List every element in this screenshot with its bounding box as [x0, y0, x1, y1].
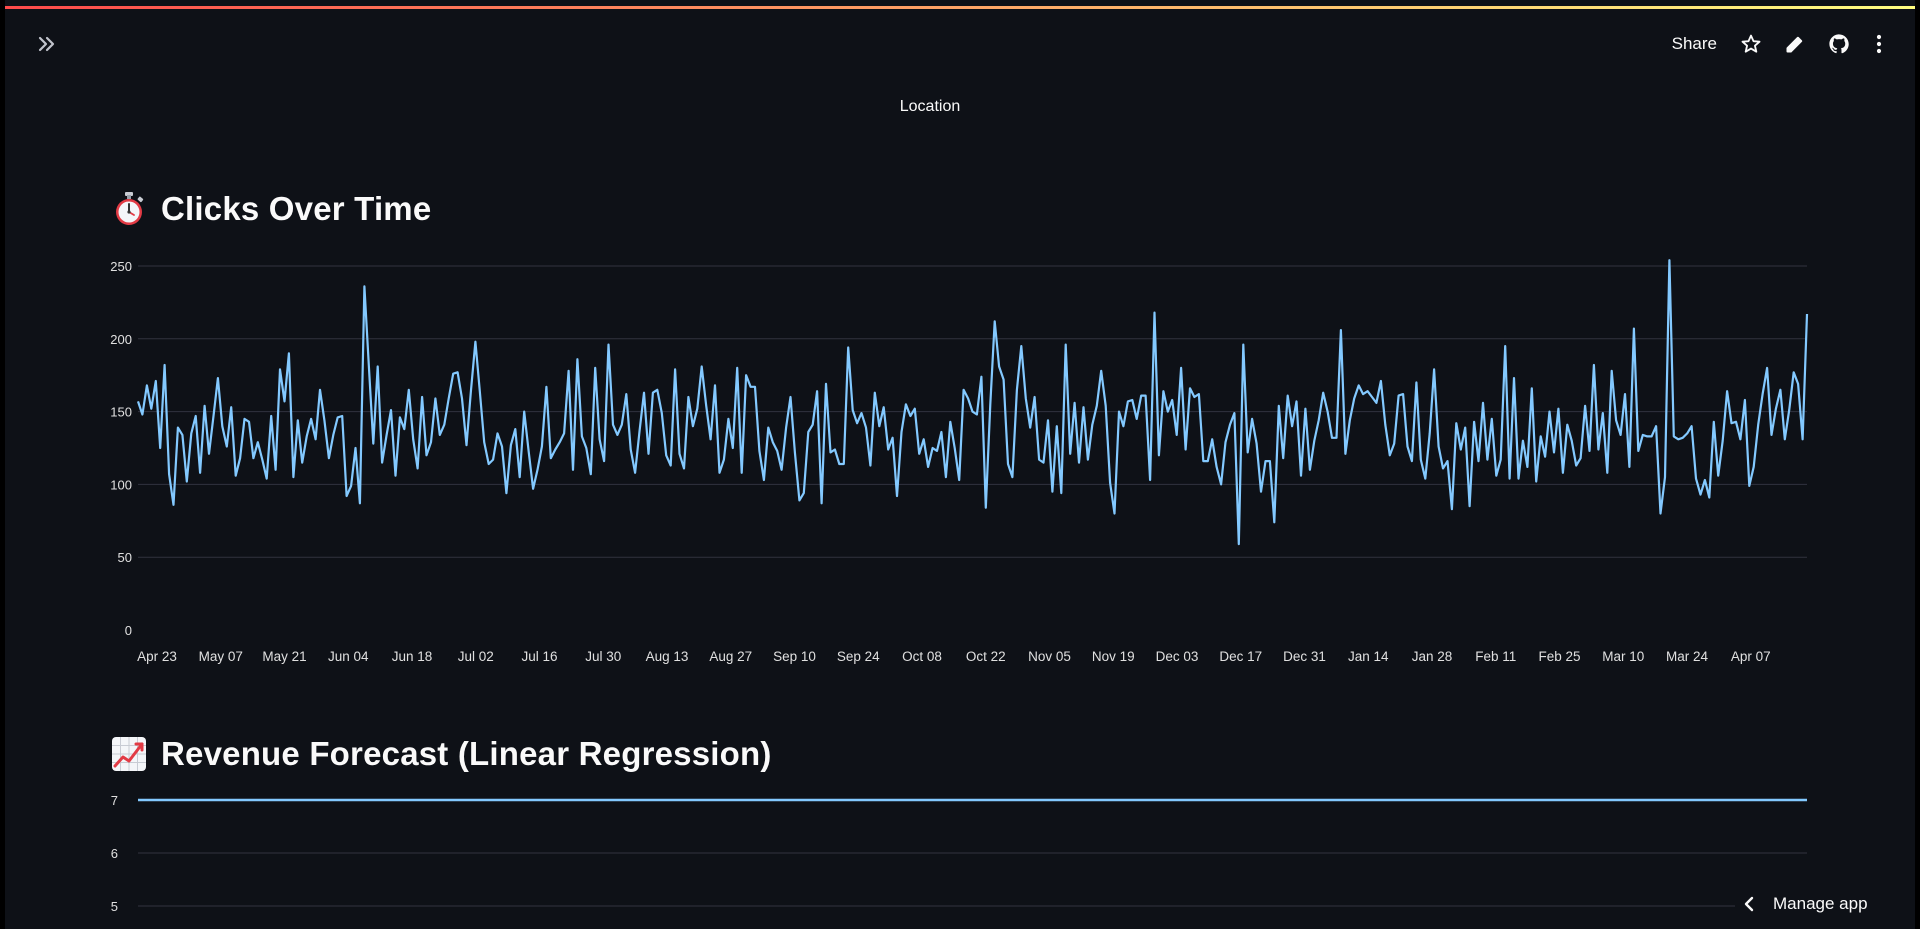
x-tick-label: Jul 30 — [585, 649, 621, 664]
x-tick-label: Aug 13 — [646, 649, 689, 664]
y-tick-label: 200 — [110, 332, 132, 347]
x-tick-label: Jan 28 — [1412, 649, 1453, 664]
x-tick-label: Dec 03 — [1156, 649, 1199, 664]
y-tick-label: 50 — [118, 550, 132, 565]
y-tick-label: 250 — [110, 259, 132, 274]
pencil-icon — [1786, 36, 1803, 53]
expand-sidebar-button[interactable] — [31, 30, 63, 58]
y-tick-label: 0 — [125, 623, 132, 638]
x-tick-label: Mar 24 — [1666, 649, 1709, 664]
x-tick-label: Dec 31 — [1283, 649, 1326, 664]
chart-increasing-icon — [111, 736, 147, 772]
clicks-section-title: Clicks Over Time — [161, 190, 432, 227]
vertical-dots-icon — [1876, 34, 1882, 54]
share-button[interactable]: Share — [1660, 30, 1729, 58]
x-tick-label: Jul 16 — [521, 649, 557, 664]
location-label: Location — [899, 98, 961, 115]
x-tick-label: Sep 10 — [773, 649, 816, 664]
x-tick-label: Apr 23 — [137, 649, 177, 664]
x-tick-label: Jun 04 — [328, 649, 369, 664]
x-tick-label: Dec 17 — [1219, 649, 1262, 664]
y-tick-label: 150 — [110, 405, 132, 420]
x-tick-label: Nov 19 — [1092, 649, 1135, 664]
x-tick-label: Oct 22 — [966, 649, 1006, 664]
x-tick-label: Feb 25 — [1538, 649, 1580, 664]
edit-button[interactable] — [1773, 28, 1817, 60]
stopwatch-icon — [111, 191, 147, 227]
app-frame: Share Location Clicks Over Time 0 50 100… — [5, 0, 1915, 929]
star-icon — [1741, 34, 1761, 53]
manage-app-button[interactable]: Manage app — [1725, 879, 1915, 929]
x-tick-label: Jul 02 — [458, 649, 494, 664]
main-menu-button[interactable] — [1861, 28, 1897, 60]
y-tick-label: 5 — [111, 899, 118, 914]
x-tick-label: Oct 08 — [902, 649, 942, 664]
x-tick-label: Sep 24 — [837, 649, 880, 664]
x-tick-label: May 21 — [262, 649, 306, 664]
chevron-left-icon — [1744, 896, 1754, 912]
clicks-section-heading: Clicks Over Time — [111, 190, 431, 228]
toolbar-actions: Share — [1660, 28, 1897, 60]
x-tick-label: Feb 11 — [1475, 649, 1516, 664]
favorite-button[interactable] — [1729, 28, 1773, 60]
x-tick-label: Nov 05 — [1028, 649, 1071, 664]
x-tick-label: Aug 27 — [709, 649, 752, 664]
clicks-over-time-chart: 0 50 100 150 200 250 Apr 23 May 07 May 21 Jun 04 J… — [110, 259, 1809, 664]
y-tick-label: 7 — [111, 793, 118, 808]
revenue-section-heading: Revenue Forecast (Linear Regression) — [111, 735, 772, 773]
x-tick-label: Jan 14 — [1348, 649, 1389, 664]
x-tick-label: Apr 07 — [1731, 649, 1771, 664]
github-icon — [1829, 34, 1849, 54]
y-tick-label: 6 — [111, 846, 118, 861]
revenue-forecast-chart: 5 6 7 — [111, 793, 1807, 914]
clicks-series-line — [136, 259, 1809, 546]
x-tick-label: Jun 18 — [392, 649, 433, 664]
manage-app-label: Manage app — [1773, 894, 1868, 913]
x-tick-label: Mar 10 — [1602, 649, 1644, 664]
revenue-section-title: Revenue Forecast (Linear Regression) — [161, 735, 772, 772]
github-button[interactable] — [1817, 28, 1861, 60]
header-decoration-bar — [5, 6, 1915, 9]
x-tick-label: May 07 — [199, 649, 243, 664]
y-tick-label: 100 — [110, 477, 132, 492]
double-chevron-right-icon — [38, 36, 55, 52]
